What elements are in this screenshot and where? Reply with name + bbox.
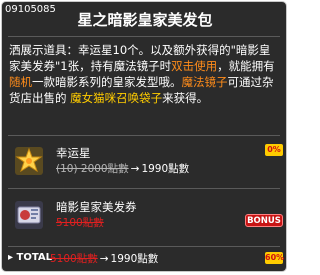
divider: [8, 188, 280, 189]
hair-coupon-icon: [14, 200, 44, 230]
item-tooltip-panel: 09105085 星之暗影皇家美发包 洒展示道具：幸运星10个。以及额外获得的"…: [1, 1, 287, 272]
item-title: 星之暗影皇家美发包: [77, 11, 213, 29]
desc-highlight: 魔女猫咪召唤袋子: [70, 91, 163, 105]
desc-text: ，就能拥有: [217, 59, 275, 73]
total-row: ▸ TOTAL 5100點數 → 1990點數 60%: [2, 250, 286, 268]
item-description: 洒展示道具：幸运星10个。以及额外获得的"暗影皇家美发券"1张，持有魔法镜子时双…: [9, 42, 281, 106]
bonus-badge: BONUS: [245, 214, 283, 227]
new-price: 1990點數: [141, 163, 190, 175]
desc-highlight: 随机: [9, 75, 32, 89]
total-price: 5100點數 → 1990點數: [50, 251, 158, 266]
lucky-star-icon: [14, 146, 44, 176]
total-label: ▸ TOTAL: [8, 252, 52, 263]
divider: [8, 36, 280, 37]
desc-highlight: 双击使用: [171, 59, 218, 73]
item-name: 暗影皇家美发券: [56, 200, 137, 214]
discount-badge: 60%: [265, 252, 285, 264]
desc-text: 来获得。: [162, 91, 209, 105]
old-price: 5100點數: [56, 217, 104, 229]
desc-highlight: 魔法镜子: [181, 75, 228, 89]
old-price: 5100點數: [50, 253, 98, 265]
arrow-icon: →: [130, 163, 140, 175]
new-price: 1990點數: [110, 253, 159, 265]
package-item-row: 暗影皇家美发券 5100點數 BONUS: [2, 194, 286, 242]
divider: [8, 135, 280, 136]
divider: [8, 246, 280, 247]
item-price: 5100點數: [56, 215, 104, 230]
item-name: 幸运星: [56, 146, 91, 160]
arrow-icon: →: [99, 253, 109, 265]
old-price: (10) 2000點數: [56, 163, 129, 175]
discount-badge: 0%: [265, 144, 283, 156]
desc-text: 一款暗影系列的皇家发型哦。: [32, 75, 182, 89]
package-item-row: 幸运星 (10) 2000點數 → 1990點數 0%: [2, 140, 286, 188]
item-price: (10) 2000點數 → 1990點數: [56, 161, 189, 176]
